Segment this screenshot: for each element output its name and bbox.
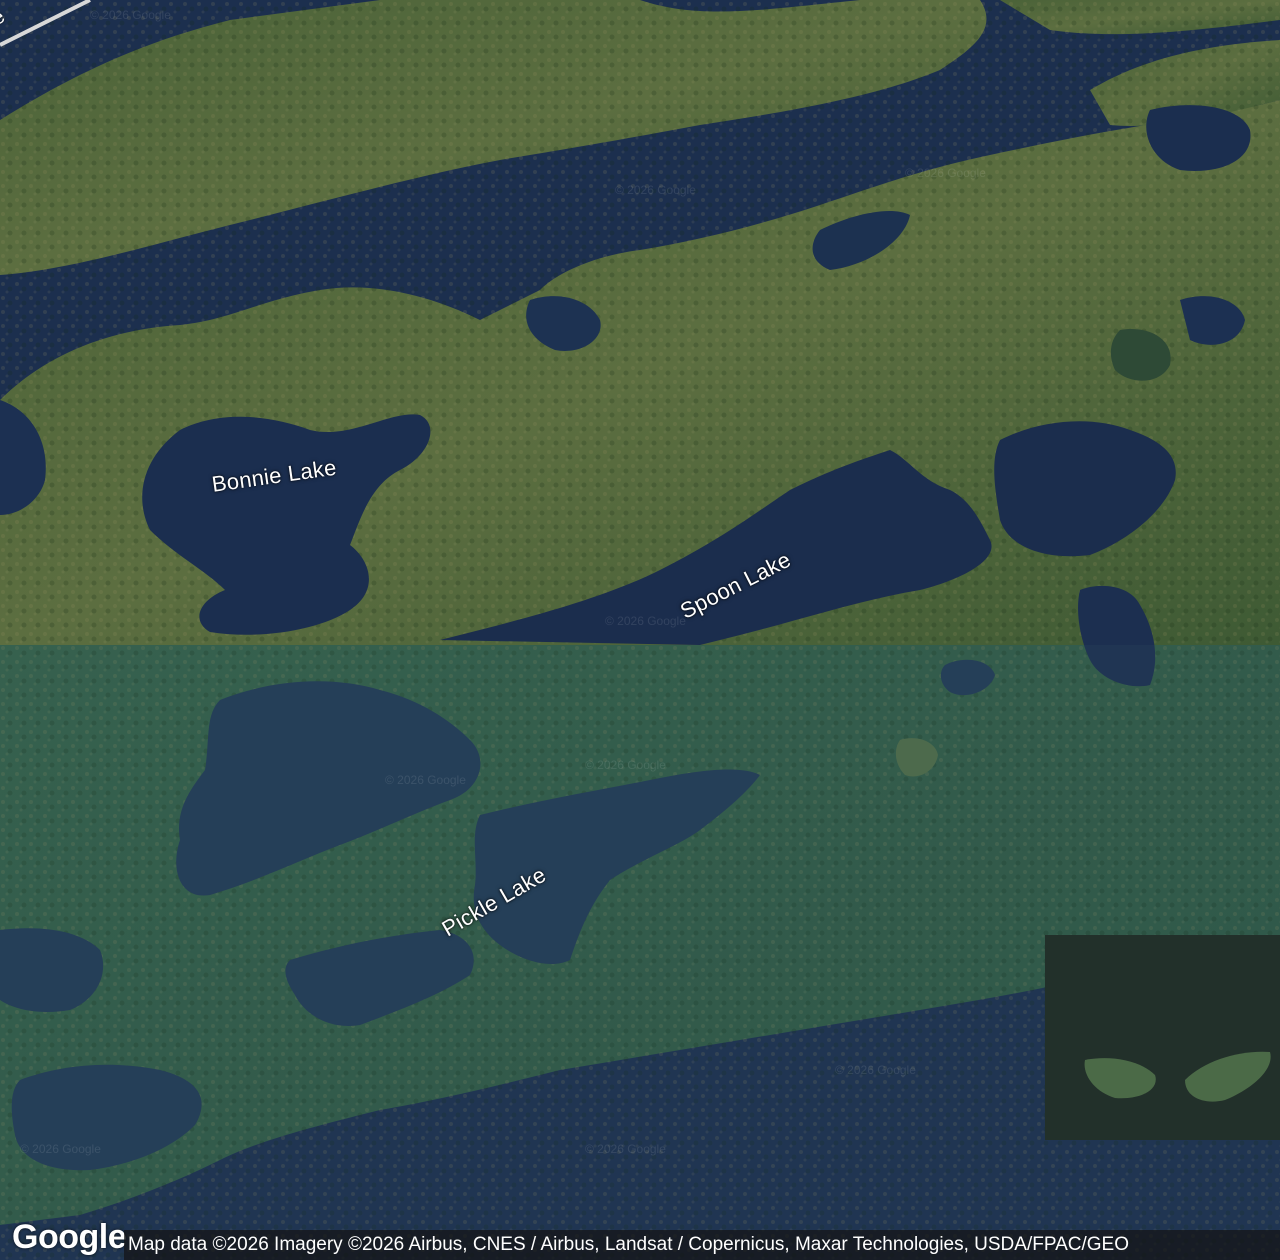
google-logo: Google <box>12 1218 127 1256</box>
watermark: © 2026 Google <box>585 758 666 772</box>
watermark: © 2026 Google <box>615 183 696 197</box>
map-attribution[interactable]: Map data ©2026 Imagery ©2026 Airbus, CNE… <box>124 1230 1280 1260</box>
watermark: © 2026 Google <box>90 8 171 22</box>
watermark: © 2026 Google <box>20 1142 101 1156</box>
watermark: © 2026 Google <box>835 1063 916 1077</box>
watermark: © 2026 Google <box>385 773 466 787</box>
watermark: © 2026 Google <box>585 1142 666 1156</box>
satellite-map[interactable]: © 2026 Google © 2026 Google © 2026 Googl… <box>0 0 1280 1260</box>
watermark: © 2026 Google <box>605 614 686 628</box>
watermark: © 2026 Google <box>905 166 986 180</box>
